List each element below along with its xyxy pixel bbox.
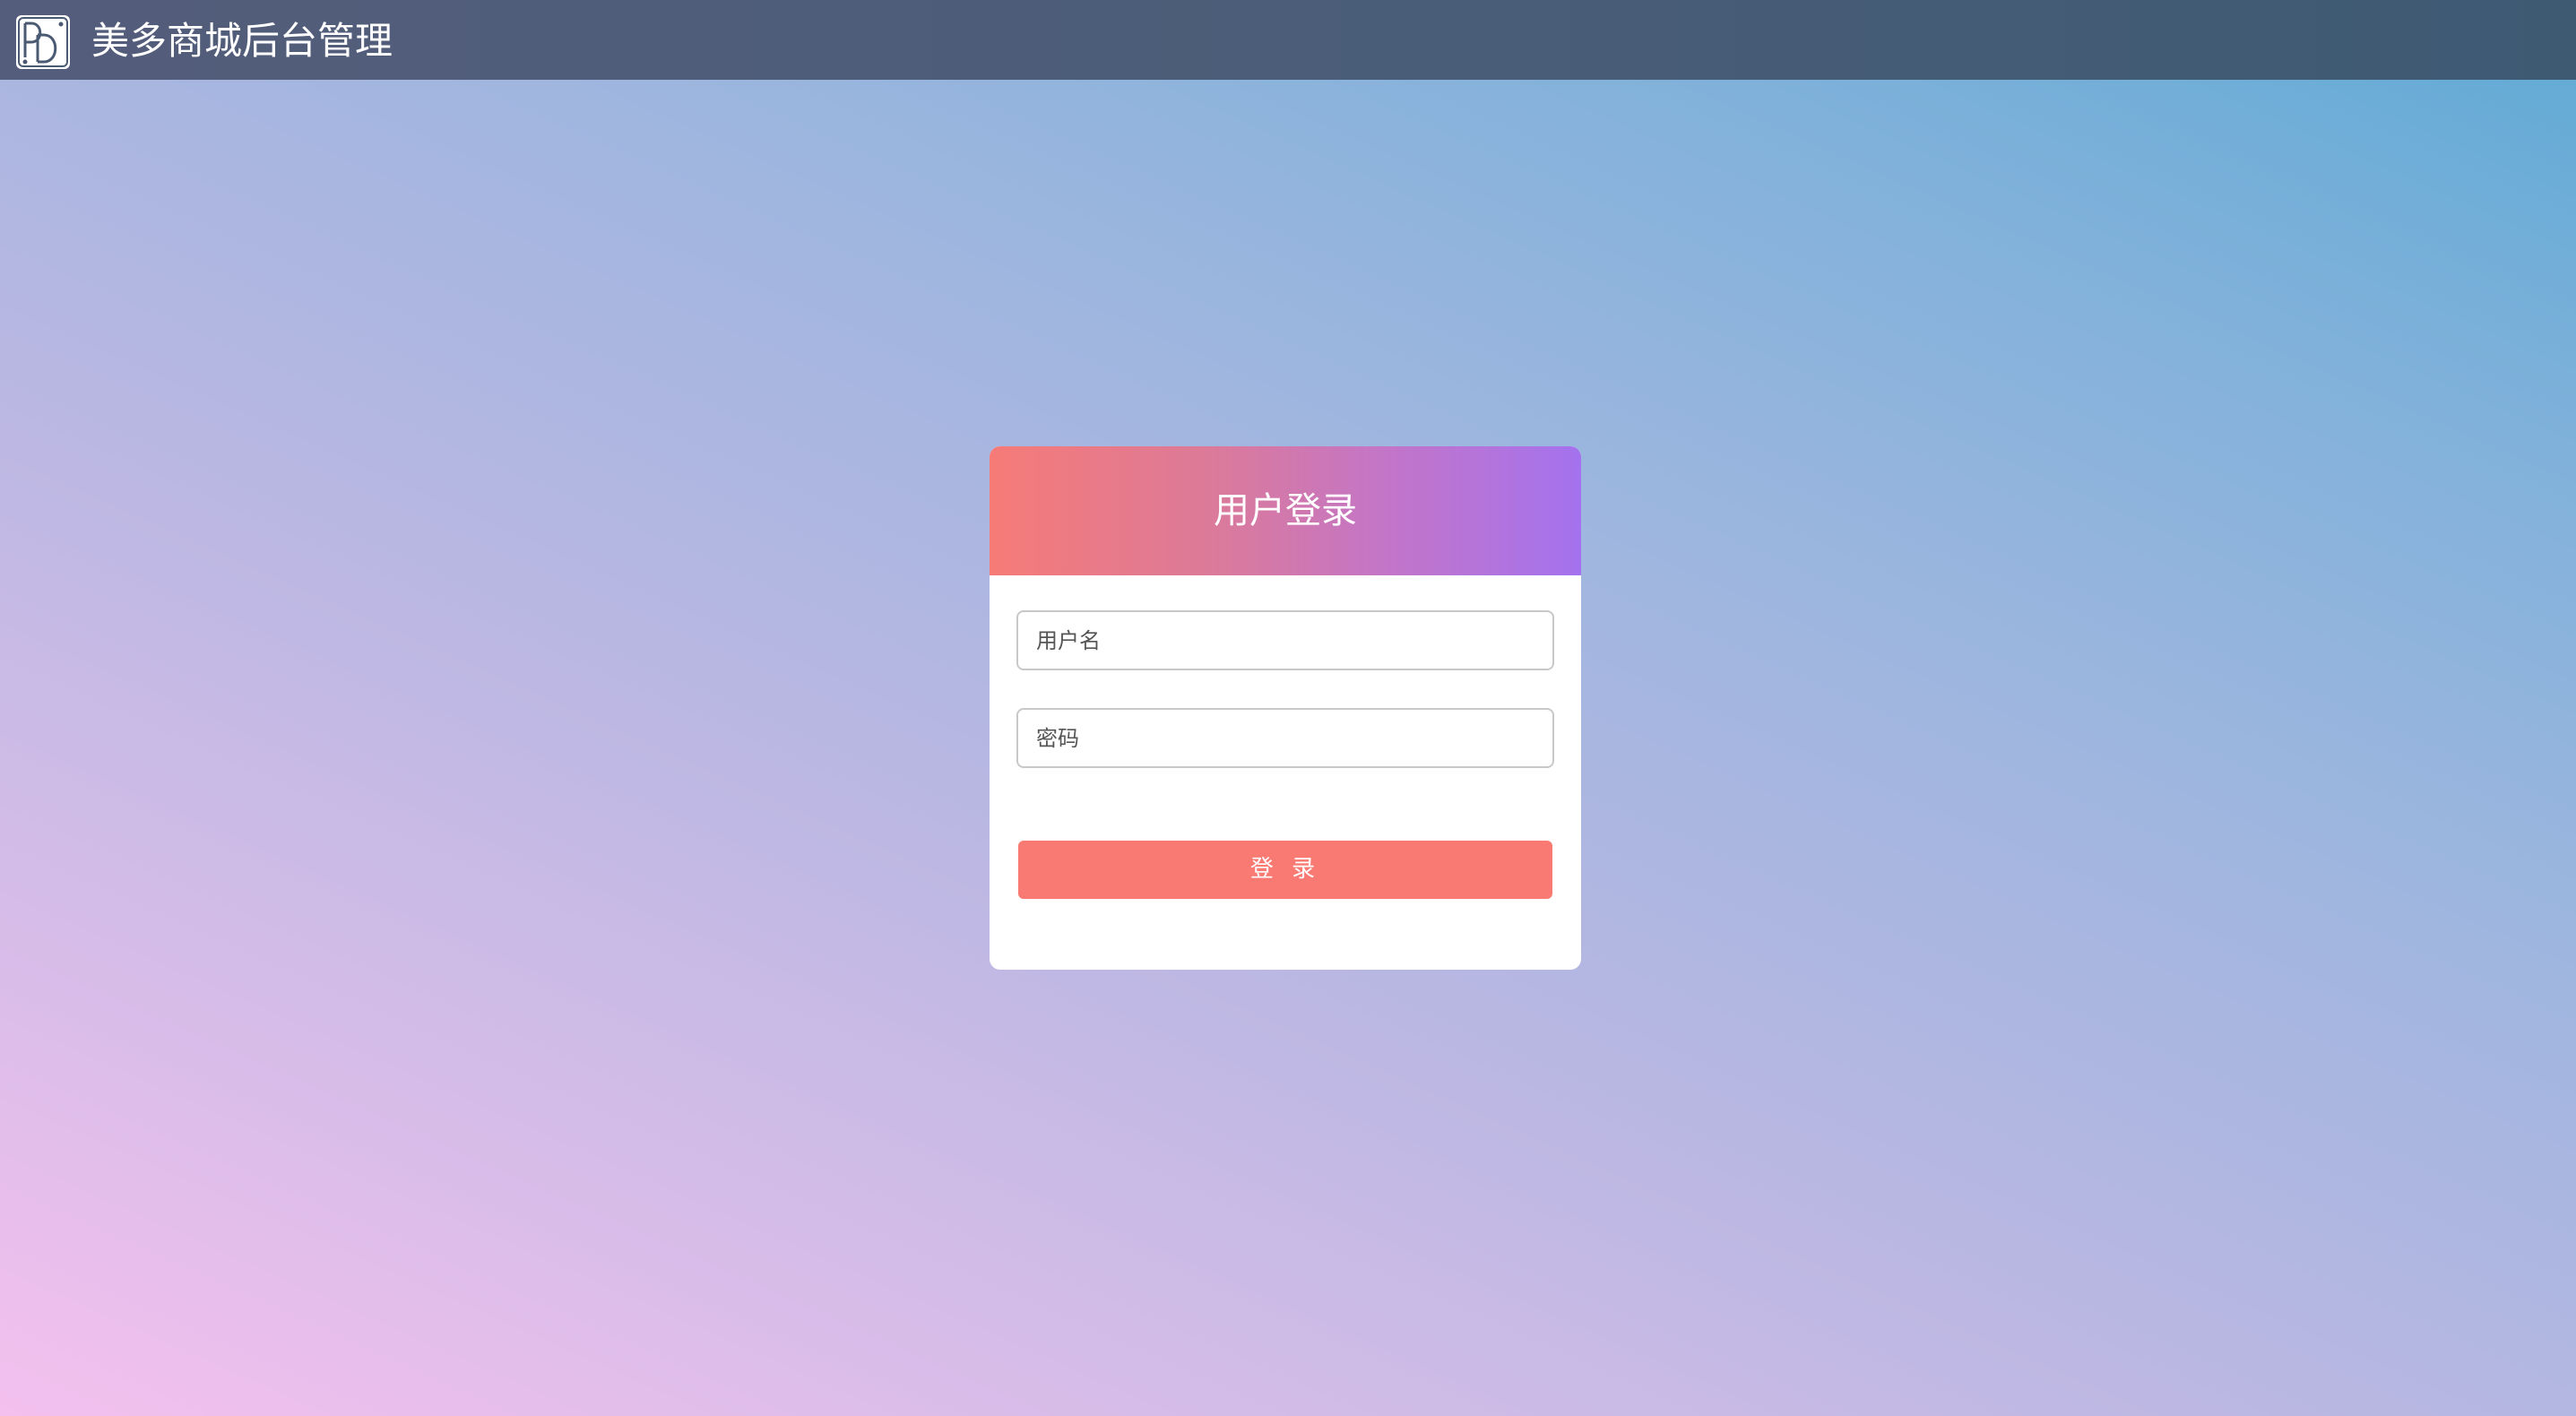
top-bar: 美多商城后台管理 — [0, 0, 2576, 80]
login-button[interactable]: 登 录 — [1018, 841, 1552, 899]
login-card: 用户登录 登 录 — [990, 446, 1581, 970]
dd-logo-icon — [16, 15, 70, 69]
login-card-header: 用户登录 — [990, 446, 1581, 575]
login-title: 用户登录 — [1214, 490, 1357, 531]
username-input[interactable] — [1016, 610, 1554, 670]
password-input[interactable] — [1016, 708, 1554, 768]
app-title: 美多商城后台管理 — [91, 19, 393, 63]
